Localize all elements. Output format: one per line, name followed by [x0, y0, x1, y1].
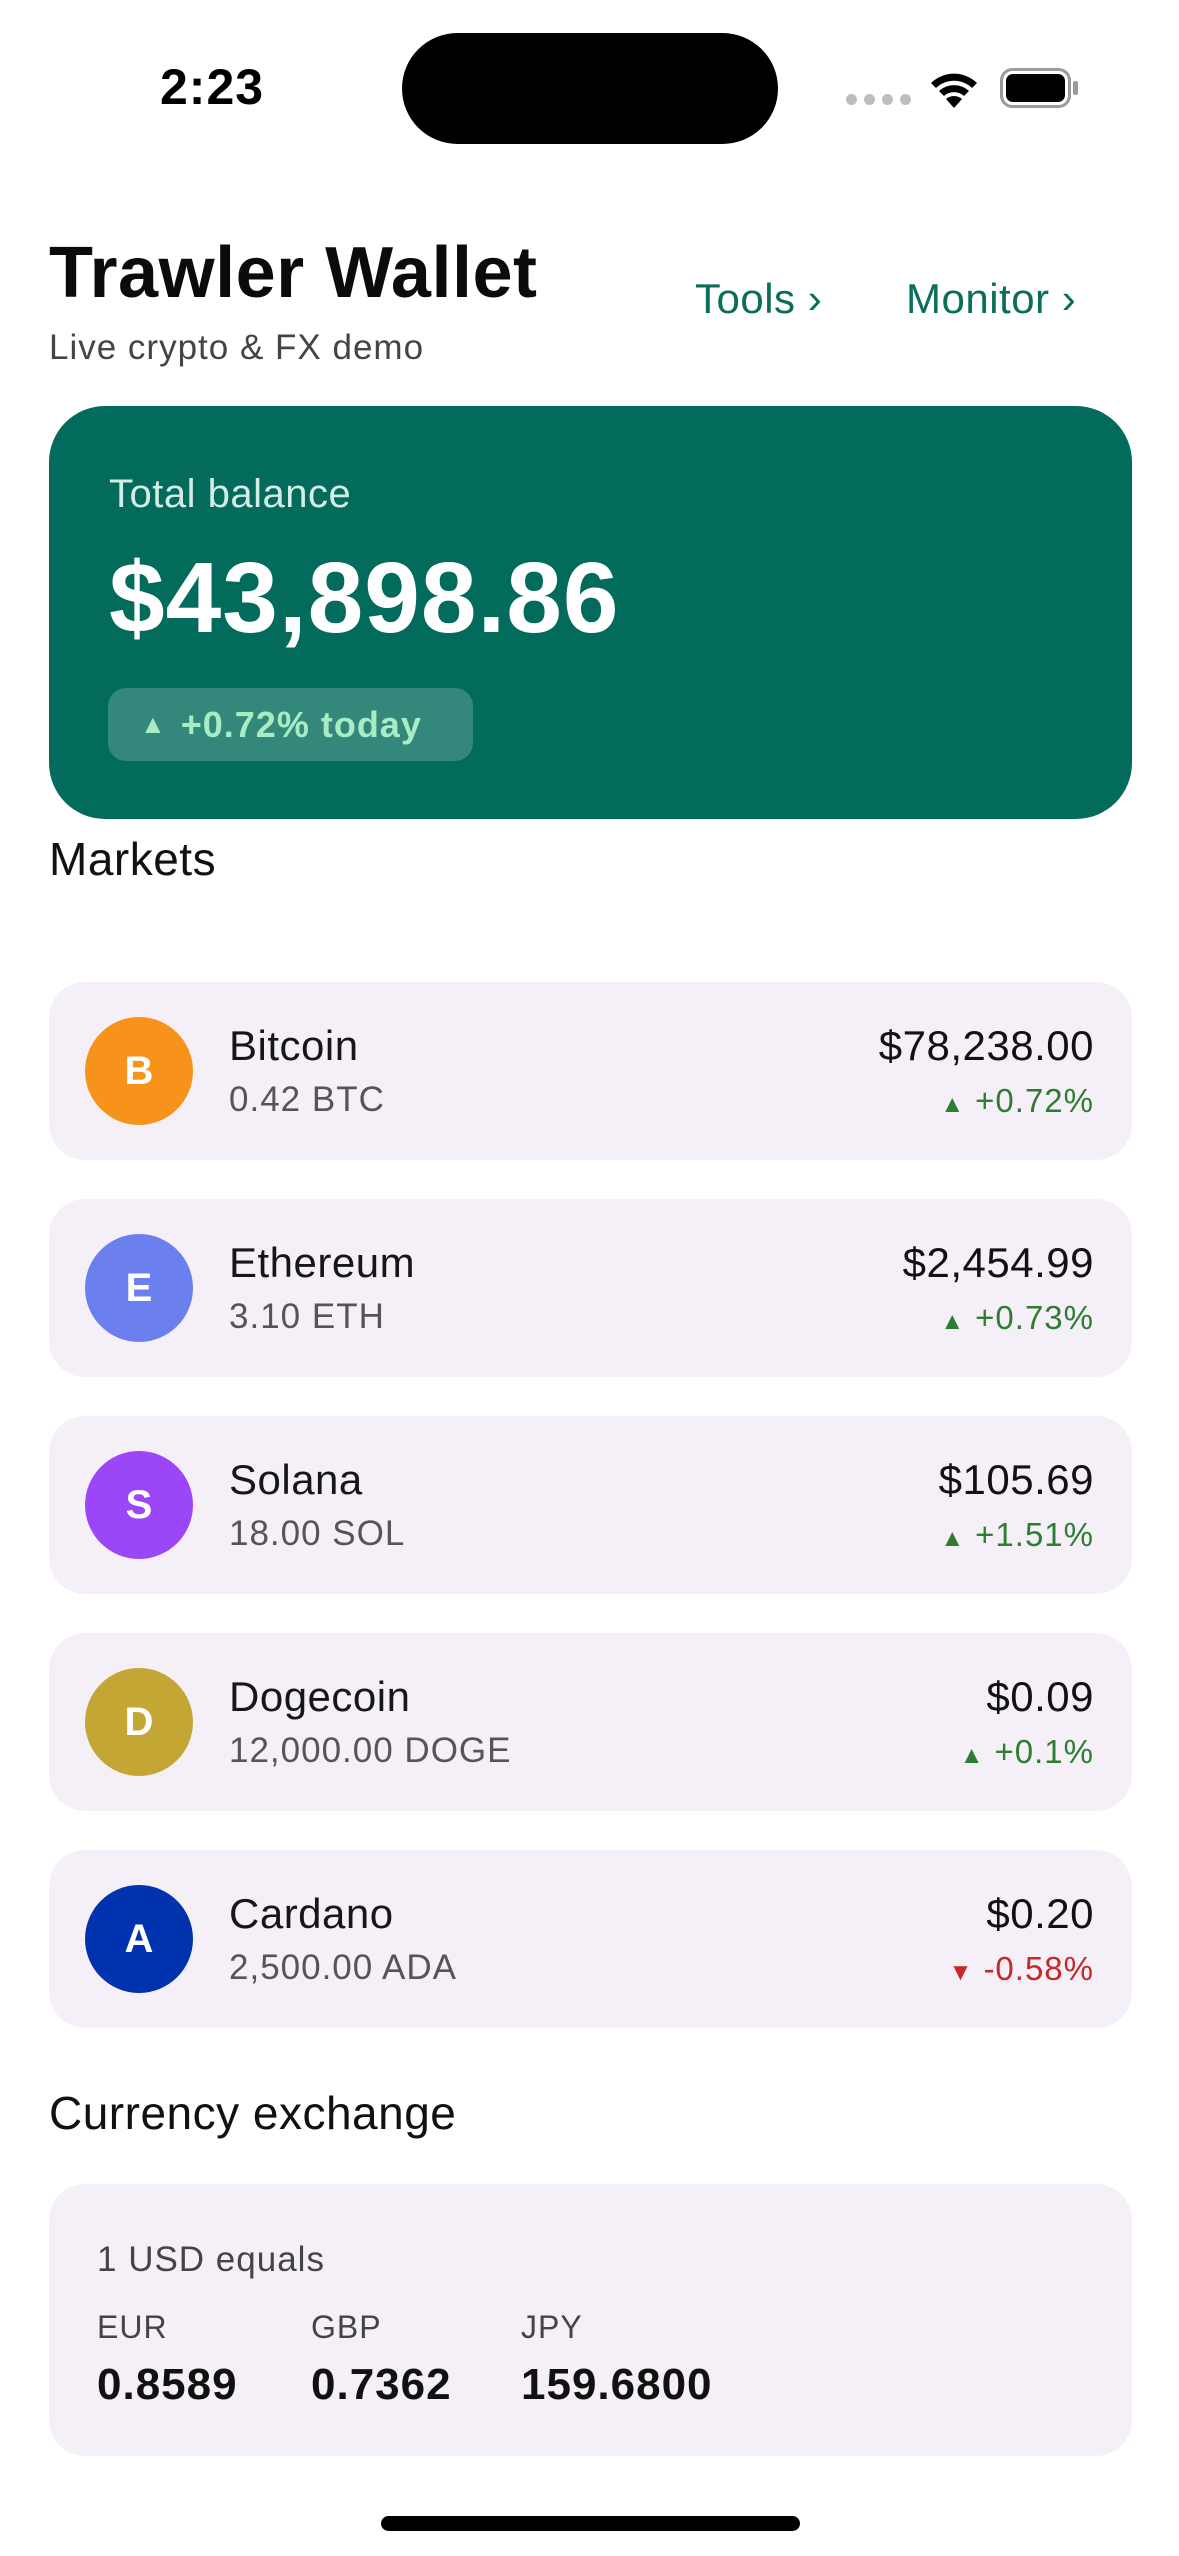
status-time: 2:23	[160, 59, 265, 115]
coin-name: Ethereum	[229, 1239, 416, 1286]
coin-change: ▲ +1.51%	[940, 1516, 1094, 1554]
up-arrow-icon: ▲	[140, 709, 167, 739]
monitor-link[interactable]: Monitor ›	[906, 275, 1076, 323]
coin-name: Dogecoin	[229, 1673, 411, 1720]
fx-rate-eur: EUR 0.8589	[97, 2309, 238, 2410]
up-arrow-icon: ▲	[940, 1091, 966, 1118]
coin-price: $0.09	[986, 1673, 1094, 1720]
battery-icon	[1000, 68, 1078, 108]
fx-value: 0.8589	[97, 2360, 238, 2409]
down-arrow-icon: ▼	[948, 1959, 974, 1986]
coin-change: ▲ +0.72%	[940, 1082, 1094, 1120]
coin-avatar: D	[85, 1668, 193, 1776]
up-arrow-icon: ▲	[959, 1742, 985, 1769]
markets-title: Markets	[49, 833, 217, 885]
coin-change: ▼ -0.58%	[949, 1950, 1094, 1988]
market-row-cardano[interactable]: A Cardano 2,500.00 ADA $0.20 ▼ -0.58%	[49, 1850, 1132, 2028]
fx-rate-jpy: JPY 159.6800	[521, 2309, 713, 2410]
fx-code: EUR	[97, 2309, 168, 2345]
coin-holding: 0.42 BTC	[229, 1080, 385, 1119]
cellular-signal-icon	[846, 94, 911, 105]
coin-change: ▲ +0.1%	[960, 1733, 1094, 1771]
coin-change-text: +0.72%	[975, 1082, 1094, 1119]
coin-holding: 2,500.00 ADA	[229, 1948, 457, 1987]
fx-code: GBP	[311, 2309, 382, 2345]
balance-change-badge: ▲ +0.72% today	[108, 688, 473, 761]
balance-change-text: +0.72% today	[180, 703, 422, 745]
balance-card: Total balance $43,898.86 ▲ +0.72% today	[49, 406, 1132, 819]
coin-name: Solana	[229, 1456, 363, 1503]
coin-avatar: E	[85, 1234, 193, 1342]
market-row-ethereum[interactable]: E Ethereum 3.10 ETH $2,454.99 ▲ +0.73%	[49, 1199, 1132, 1377]
coin-avatar: S	[85, 1451, 193, 1559]
coin-change-text: +0.73%	[975, 1299, 1094, 1336]
coin-holding: 3.10 ETH	[229, 1297, 385, 1336]
wallet-screen: 2:23 Trawler Wallet Live crypto & FX dem…	[0, 0, 1179, 2556]
coin-price: $105.69	[938, 1456, 1094, 1503]
coin-change-text: +1.51%	[975, 1516, 1094, 1553]
coin-price: $2,454.99	[902, 1239, 1094, 1286]
coin-avatar: B	[85, 1017, 193, 1125]
dynamic-island	[402, 33, 778, 144]
market-row-dogecoin[interactable]: D Dogecoin 12,000.00 DOGE $0.09 ▲ +0.1%	[49, 1633, 1132, 1811]
coin-price: $78,238.00	[878, 1022, 1094, 1069]
exchange-title: Currency exchange	[49, 2087, 457, 2139]
coin-name: Cardano	[229, 1890, 394, 1937]
balance-amount: $43,898.86	[109, 542, 620, 654]
wifi-icon	[931, 73, 977, 108]
coin-holding: 12,000.00 DOGE	[229, 1731, 512, 1770]
coin-avatar: A	[85, 1885, 193, 1993]
exchange-card: 1 USD equals EUR 0.8589 GBP 0.7362 JPY 1…	[49, 2184, 1132, 2456]
coin-change-text: +0.1%	[994, 1733, 1094, 1770]
market-row-bitcoin[interactable]: B Bitcoin 0.42 BTC $78,238.00 ▲ +0.72%	[49, 982, 1132, 1160]
coin-holding: 18.00 SOL	[229, 1514, 406, 1553]
market-row-solana[interactable]: S Solana 18.00 SOL $105.69 ▲ +1.51%	[49, 1416, 1132, 1594]
fx-value: 159.6800	[521, 2360, 713, 2409]
page-subtitle: Live crypto & FX demo	[49, 328, 425, 367]
coin-change: ▲ +0.73%	[940, 1299, 1094, 1337]
up-arrow-icon: ▲	[940, 1308, 966, 1335]
coin-name: Bitcoin	[229, 1022, 359, 1069]
exchange-base: 1 USD equals	[97, 2240, 325, 2279]
home-indicator[interactable]	[381, 2516, 800, 2531]
fx-code: JPY	[521, 2309, 583, 2345]
coin-change-text: -0.58%	[983, 1950, 1094, 1987]
tools-link[interactable]: Tools ›	[695, 275, 822, 323]
fx-rate-gbp: GBP 0.7362	[311, 2309, 452, 2410]
fx-value: 0.7362	[311, 2360, 452, 2409]
coin-price: $0.20	[986, 1890, 1094, 1937]
balance-label: Total balance	[109, 472, 352, 516]
up-arrow-icon: ▲	[940, 1525, 966, 1552]
page-title: Trawler Wallet	[49, 233, 538, 313]
